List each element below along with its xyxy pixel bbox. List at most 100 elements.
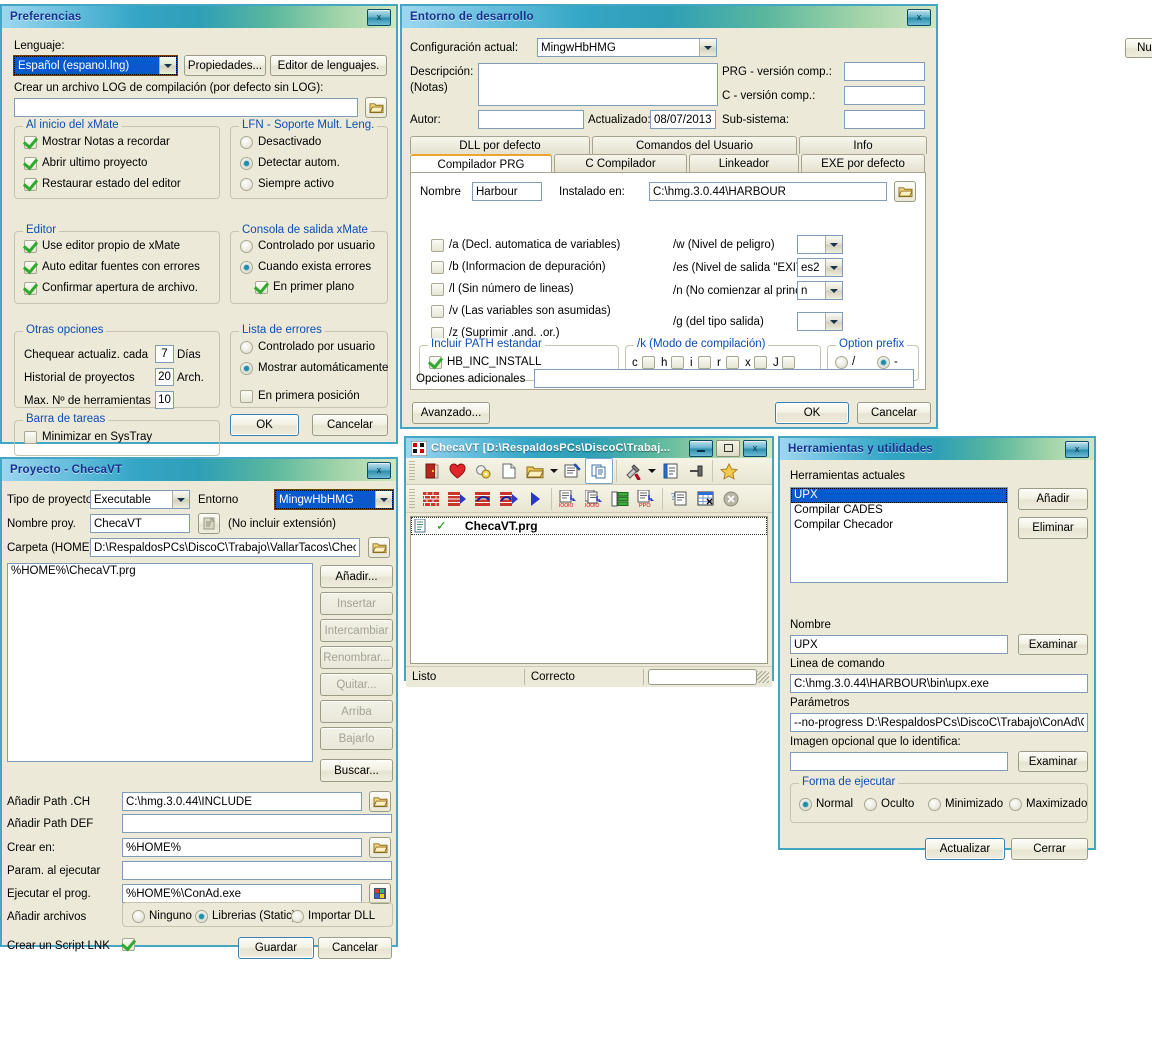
select-g-combo[interactable] (797, 312, 843, 331)
description-textarea[interactable] (478, 63, 718, 106)
author-input[interactable] (478, 110, 584, 129)
preferences-ok-button[interactable]: OK (230, 414, 299, 436)
tools-icon[interactable] (620, 459, 646, 483)
open-folder-dropdown-icon[interactable] (548, 459, 559, 483)
run-program-input[interactable] (122, 884, 362, 903)
tab-exe-por-defecto[interactable]: EXE por defecto (801, 154, 925, 172)
entorno-cancel-button[interactable]: Cancelar (857, 402, 931, 424)
log-browse-folder-icon[interactable] (365, 97, 387, 118)
radio-run-normal[interactable] (799, 798, 812, 811)
properties-button[interactable]: Propiedades... (184, 55, 266, 76)
tool-name-input[interactable] (790, 635, 1008, 654)
checkbox-kmode-j[interactable] (782, 356, 795, 369)
help-icon[interactable]: ? (666, 487, 692, 511)
checkbox-flag-b[interactable] (431, 261, 444, 274)
list-item[interactable]: UPX (791, 488, 1007, 503)
log-input[interactable] (14, 98, 358, 117)
ppo-icon[interactable]: PPO (633, 487, 659, 511)
radio-prefix-slash[interactable] (835, 356, 848, 369)
rebuild-icon[interactable] (470, 487, 496, 511)
create-in-input[interactable] (122, 838, 362, 857)
checavt-file-list[interactable]: ✓ ChecaVT.prg (410, 516, 768, 664)
input-max-tools[interactable] (155, 391, 174, 409)
select-w-combo[interactable] (797, 235, 843, 254)
new-config-button[interactable]: Nuevo... (1125, 38, 1152, 58)
checkbox-restore-editor-state[interactable] (24, 178, 37, 191)
exit-door-icon[interactable] (418, 459, 444, 483)
command-line-input[interactable] (790, 674, 1088, 693)
path-ch-folder-icon[interactable] (369, 791, 391, 812)
radio-addfiles-static[interactable] (195, 910, 208, 923)
close-icon[interactable]: x (743, 439, 767, 457)
compile-all-obj-icon[interactable]: IOOIO (581, 487, 607, 511)
radio-lfn-always[interactable] (240, 178, 253, 191)
checkbox-own-editor[interactable] (24, 240, 37, 253)
rebuild-run-icon[interactable] (496, 487, 522, 511)
input-check-updates-days[interactable] (155, 345, 174, 363)
radio-console-errors[interactable] (240, 261, 253, 274)
checkbox-auto-edit-errors[interactable] (24, 261, 37, 274)
update-tool-button[interactable]: Actualizar (925, 838, 1005, 860)
checkbox-confirm-open[interactable] (24, 282, 37, 295)
add-file-button[interactable]: Añadir... (320, 565, 393, 588)
radio-addfiles-none[interactable] (132, 910, 145, 923)
project-icon-button[interactable] (198, 513, 220, 534)
prg-version-input[interactable] (844, 62, 925, 81)
language-combo[interactable]: Español (espanol.lng) (13, 55, 178, 76)
tab-info[interactable]: Info (799, 136, 927, 154)
path-def-input[interactable] (122, 814, 392, 833)
project-files-listbox[interactable]: %HOME%\ChecaVT.prg (7, 563, 313, 762)
checkbox-flag-a[interactable] (431, 239, 444, 252)
radio-errorlist-auto[interactable] (240, 362, 253, 375)
tab-linkeador[interactable]: Linkeador (689, 154, 799, 172)
installed-path-input[interactable] (649, 182, 887, 201)
project-properties-icon[interactable] (559, 459, 585, 483)
checkbox-kmode-r[interactable] (726, 356, 739, 369)
checkbox-hb-inc-install[interactable] (429, 356, 442, 369)
maximize-icon[interactable] (716, 439, 740, 457)
c-version-input[interactable] (844, 86, 925, 105)
pin-icon[interactable] (683, 459, 709, 483)
new-file-icon[interactable] (496, 459, 522, 483)
close-icon[interactable]: x (1065, 440, 1089, 458)
copy-icon[interactable] (585, 458, 613, 484)
chevron-down-icon[interactable] (825, 259, 842, 276)
chevron-down-icon[interactable] (825, 313, 842, 330)
checkbox-show-notes[interactable] (24, 136, 37, 149)
notes-icon[interactable] (657, 459, 683, 483)
checkbox-flag-v[interactable] (431, 305, 444, 318)
close-icon[interactable]: x (907, 8, 931, 26)
tab-dll-por-defecto[interactable]: DLL por defecto (410, 136, 590, 154)
installed-browse-folder-icon[interactable] (894, 181, 916, 202)
minimize-icon[interactable] (689, 439, 713, 457)
close-tool-button[interactable]: Cerrar (1011, 838, 1088, 860)
project-name-input[interactable] (90, 514, 190, 533)
home-folder-input[interactable] (90, 538, 360, 557)
input-project-history[interactable] (155, 368, 174, 386)
preferences-cancel-button[interactable]: Cancelar (312, 414, 388, 436)
additional-options-input[interactable] (534, 369, 914, 388)
radio-console-user[interactable] (240, 240, 253, 253)
tab-compilador-prg[interactable]: Compilador PRG (410, 154, 552, 173)
add-tool-button[interactable]: Añadir (1018, 488, 1088, 510)
link-icon[interactable] (607, 487, 633, 511)
checkbox-script-lnk[interactable] (122, 938, 135, 951)
build-run-icon[interactable] (444, 487, 470, 511)
close-icon[interactable]: x (367, 461, 391, 479)
favorite-star-icon[interactable] (716, 459, 742, 483)
checkbox-open-last-project[interactable] (24, 157, 37, 170)
browse-image-button[interactable]: Examinar (1018, 751, 1088, 772)
checkbox-errorlist-first[interactable] (240, 390, 253, 403)
toolbar-grip[interactable] (409, 488, 415, 509)
proyecto-save-button[interactable]: Guardar (238, 937, 314, 959)
chevron-down-icon[interactable] (172, 491, 189, 508)
open-folder-icon[interactable] (522, 459, 548, 483)
tools-dropdown-icon[interactable] (646, 459, 657, 483)
subsystem-input[interactable] (844, 110, 925, 129)
tools-listbox[interactable]: UPX Compilar CADES Compilar Checador (790, 487, 1008, 583)
home-browse-folder-icon[interactable] (368, 537, 390, 558)
compile-obj-icon[interactable]: IOOIO (555, 487, 581, 511)
list-item[interactable]: %HOME%\ChecaVT.prg (8, 564, 312, 579)
optional-image-input[interactable] (790, 752, 1008, 771)
language-editor-button[interactable]: Editor de lenguajes. (270, 55, 387, 76)
